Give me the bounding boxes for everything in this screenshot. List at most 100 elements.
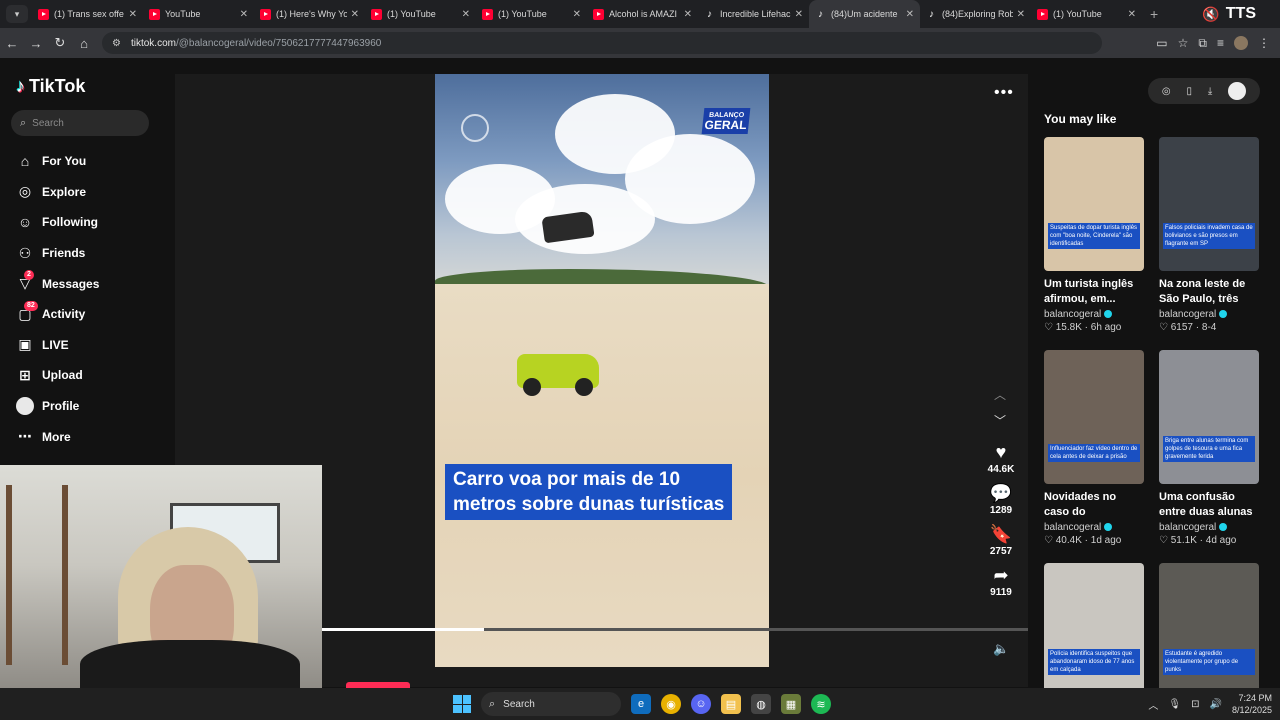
close-tab-icon[interactable]: ✕: [795, 9, 803, 20]
mini-player-icon[interactable]: ▯: [1186, 86, 1192, 97]
card-title[interactable]: Uma confusão entre duas alunas dentro...: [1159, 490, 1259, 520]
obs-icon[interactable]: ◍: [751, 694, 771, 714]
microphone-icon[interactable]: 🎙: [1168, 699, 1181, 710]
card-title[interactable]: Novidades no caso do influenciador...: [1044, 490, 1144, 520]
close-tab-icon[interactable]: ✕: [351, 9, 359, 20]
browser-tab[interactable]: Alcohol is AMAZI ✕: [587, 0, 698, 28]
browser-tab[interactable]: (1) YouTube ✕: [1031, 0, 1142, 28]
system-clock[interactable]: 7:24 PM 8/12/2025: [1232, 692, 1272, 716]
card-author[interactable]: balancogeral: [1044, 309, 1144, 320]
spotify-icon[interactable]: ≋: [811, 694, 831, 714]
close-tab-icon[interactable]: ✕: [1128, 9, 1136, 20]
sidebar-item-for-you[interactable]: ⌂ For You: [16, 146, 99, 177]
save-button[interactable]: 🔖 2757: [985, 522, 1017, 557]
sidebar-item-more[interactable]: ⋯ More: [16, 421, 99, 452]
tiktok-sidebar: ♪ TikTok ⌕ Search ⌂ For You ◎ Explore ☺ Follo…: [0, 58, 175, 465]
start-icon[interactable]: [453, 695, 471, 713]
card-title[interactable]: Na zona leste de São Paulo, três homens.…: [1159, 277, 1259, 307]
browser-tab[interactable]: (1) Trans sex offe ✕: [32, 0, 143, 28]
auto-scroll-icon[interactable]: ◎: [1162, 86, 1171, 97]
volume-icon[interactable]: 🔈: [993, 641, 1009, 657]
search-input[interactable]: ⌕ Search: [11, 110, 149, 136]
back-icon[interactable]: ←: [0, 36, 24, 51]
video-player[interactable]: BALANÇO GERAL Carro voa por mais de 10 m…: [435, 74, 769, 667]
webcam-person-shirt: [80, 640, 300, 688]
forward-icon[interactable]: →: [24, 36, 48, 51]
sidebar-item-explore[interactable]: ◎ Explore: [16, 177, 99, 208]
network-icon[interactable]: ⊡: [1191, 699, 1199, 710]
tab-title: (1) YouTube: [498, 9, 547, 19]
sidebar-item-profile[interactable]: Profile: [16, 391, 99, 422]
card-author[interactable]: balancogeral: [1044, 522, 1144, 533]
card-title[interactable]: Um turista inglês afirmou, em...: [1044, 277, 1144, 307]
card-author[interactable]: balancogeral: [1159, 522, 1259, 533]
browser-tab[interactable]: YouTube ✕: [143, 0, 254, 28]
edge-icon[interactable]: e: [631, 694, 651, 714]
more-options-icon[interactable]: •••: [994, 84, 1014, 102]
like-count: 44.6K: [987, 464, 1015, 475]
browser-menu-icon[interactable]: ⋮: [1258, 36, 1270, 51]
recommended-video-card[interactable]: Polícia identifica suspeitos que abandon…: [1044, 563, 1144, 697]
download-icon[interactable]: ⤓: [1208, 86, 1212, 97]
bookmark-star-icon[interactable]: ☆: [1178, 36, 1189, 51]
close-tab-icon[interactable]: ✕: [573, 9, 581, 20]
close-tab-icon[interactable]: ✕: [1017, 9, 1025, 20]
like-button[interactable]: ♥ 44.6K: [985, 440, 1017, 475]
following-icon: ☺: [17, 214, 33, 231]
recommended-video-card[interactable]: Suspeitas de dopar turista inglês com "b…: [1044, 137, 1144, 333]
speaker-icon[interactable]: 🔊: [1210, 699, 1222, 710]
recommended-video-card[interactable]: Falsos policiais invadem casa de bolivia…: [1159, 137, 1259, 333]
recommended-video-card[interactable]: Estudante é agredido violentamente por g…: [1159, 563, 1259, 697]
close-tab-icon[interactable]: ✕: [462, 9, 470, 20]
video-thumbnail[interactable]: Briga entre alunas termina com golpes de…: [1159, 350, 1259, 484]
site-info-icon[interactable]: ⚙: [112, 38, 121, 49]
tab-search-button[interactable]: ▾: [6, 5, 28, 23]
sidebar-item-live[interactable]: ▣ LIVE: [16, 330, 99, 361]
next-video-icon[interactable]: ﹀: [994, 412, 1006, 429]
sidebar-item-following[interactable]: ☺ Following: [16, 207, 99, 238]
new-tab-button[interactable]: +: [1150, 6, 1158, 22]
browser-tab[interactable]: ♪ Incredible Lifehac ✕: [698, 0, 809, 28]
browser-tab[interactable]: ♪ (84)Exploring Rob ✕: [920, 0, 1031, 28]
video-thumbnail[interactable]: Suspeitas de dopar turista inglês com "b…: [1044, 137, 1144, 271]
close-tab-icon[interactable]: ✕: [129, 9, 137, 20]
browser-tab[interactable]: ♪ (84)Um acidente ✕: [809, 0, 920, 28]
tray-chevron-icon[interactable]: ︿: [1148, 697, 1158, 712]
cast-icon[interactable]: ▭: [1156, 36, 1167, 51]
close-tab-icon[interactable]: ✕: [240, 9, 248, 20]
clock-date: 8/12/2025: [1231, 705, 1272, 715]
sidebar-item-messages[interactable]: ▽ 2 Messages: [16, 268, 99, 299]
taskbar-search[interactable]: ⌕ Search: [481, 692, 621, 716]
browser-tab[interactable]: (1) Here's Why Yo ✕: [254, 0, 365, 28]
extensions-icon[interactable]: ⧉: [1198, 36, 1207, 51]
sidebar-item-activity[interactable]: ▢ 82 Activity: [16, 299, 99, 330]
reload-icon[interactable]: ↻: [48, 35, 72, 51]
browser-tab[interactable]: (1) YouTube ✕: [476, 0, 587, 28]
card-author[interactable]: balancogeral: [1159, 309, 1259, 320]
file-explorer-icon[interactable]: ▤: [721, 694, 741, 714]
game-launcher-icon[interactable]: ▦: [781, 694, 801, 714]
chrome-icon[interactable]: ◉: [661, 694, 681, 714]
video-thumbnail[interactable]: Polícia identifica suspeitos que abandon…: [1044, 563, 1144, 697]
close-tab-icon[interactable]: ✕: [906, 9, 914, 20]
video-thumbnail[interactable]: Falsos policiais invadem casa de bolivia…: [1159, 137, 1259, 271]
reading-list-icon[interactable]: ≡: [1217, 36, 1224, 51]
recommended-video-card[interactable]: Briga entre alunas termina com golpes de…: [1159, 350, 1259, 546]
close-tab-icon[interactable]: ✕: [684, 9, 692, 20]
address-bar[interactable]: ⚙ tiktok.com/@balancogeral/video/7506217…: [102, 32, 1102, 54]
browser-profile-avatar[interactable]: [1234, 35, 1248, 50]
autoplay-toggle[interactable]: [1228, 82, 1247, 100]
video-progress-bar[interactable]: [322, 628, 1028, 631]
video-thumbnail[interactable]: Estudante é agredido violentamente por g…: [1159, 563, 1259, 697]
sidebar-item-friends[interactable]: ⚇ Friends: [16, 238, 99, 269]
previous-video-icon[interactable]: ︿: [994, 386, 1006, 403]
video-thumbnail[interactable]: Influenciador faz vídeo dentro de cela a…: [1044, 350, 1144, 484]
comment-button[interactable]: 💬 1289: [985, 481, 1017, 516]
browser-tab[interactable]: (1) YouTube ✕: [365, 0, 476, 28]
tiktok-logo[interactable]: ♪ TikTok: [16, 76, 85, 97]
share-button[interactable]: ➦ 9119: [985, 563, 1017, 598]
sidebar-item-upload[interactable]: ⊞ Upload: [16, 360, 99, 391]
recommended-video-card[interactable]: Influenciador faz vídeo dentro de cela a…: [1044, 350, 1144, 546]
discord-icon[interactable]: ☺: [691, 694, 711, 714]
home-button-icon[interactable]: ⌂: [72, 36, 96, 51]
